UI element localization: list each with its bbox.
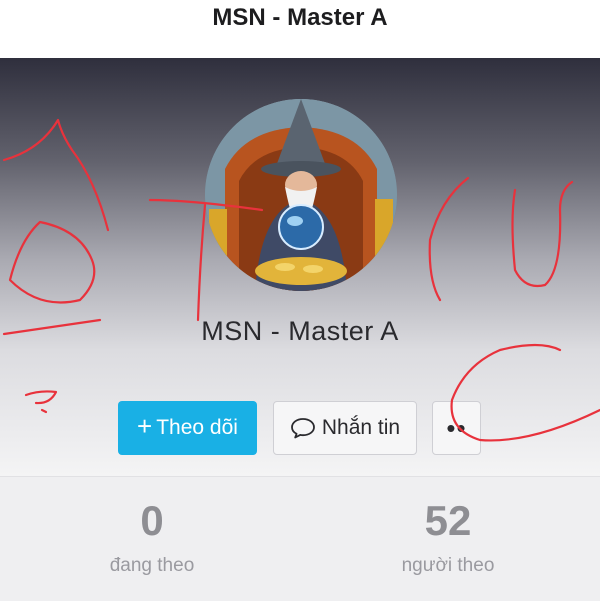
followers-count: 52 — [424, 497, 472, 544]
profile-header: MSN - Master A + Theo dõi Nhắn tin •• — [0, 58, 600, 476]
top-bar: MSN - Master A — [0, 0, 600, 58]
wizard-avatar-icon — [205, 99, 397, 291]
profile-name: MSN - Master A — [201, 316, 399, 346]
following-count: 0 — [140, 497, 164, 544]
followers-label: người theo — [401, 555, 495, 576]
profile-actions: + Theo dõi Nhắn tin •• — [0, 401, 600, 459]
message-button[interactable]: Nhắn tin — [273, 401, 417, 455]
following-label: đang theo — [109, 555, 195, 576]
page-title: MSN - Master A — [212, 4, 388, 31]
more-dots-icon: •• — [446, 412, 467, 443]
chat-bubble-icon — [290, 418, 315, 439]
more-options-button[interactable]: •• — [432, 401, 481, 455]
following-stat[interactable]: 0 đang theo — [52, 495, 252, 577]
plus-icon: + — [137, 411, 153, 441]
follow-label: Theo dõi — [156, 416, 238, 439]
follow-button[interactable]: + Theo dõi — [118, 401, 257, 455]
avatar[interactable] — [205, 99, 397, 291]
message-label: Nhắn tin — [321, 416, 401, 439]
followers-stat[interactable]: 52 người theo — [348, 495, 548, 577]
stats-bar: 0 đang theo 52 người theo — [0, 476, 600, 601]
